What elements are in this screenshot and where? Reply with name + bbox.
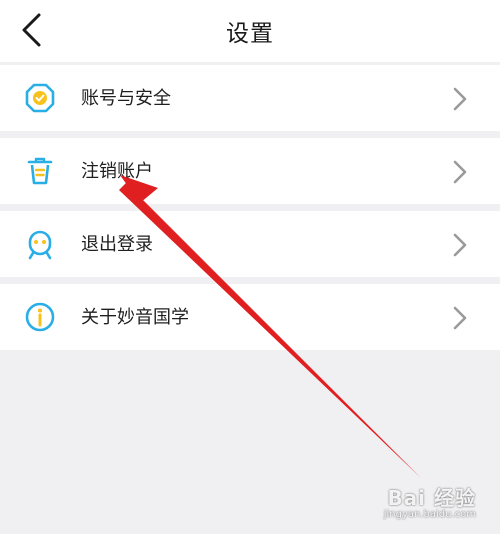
red-arrow-annotation [119,175,421,478]
watermark-main-text: Bai 经验 [387,486,476,510]
watermark-sub-text: jingyan.baidu.com [383,509,476,520]
baidu-watermark: Bai 经验 jingyan.baidu.com [384,482,476,520]
